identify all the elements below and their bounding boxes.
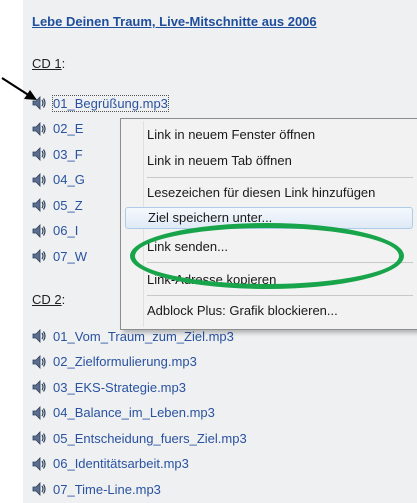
menu-separator [147,262,413,263]
track-filename: 05_Z [53,197,83,213]
track-filename: 01_Vom_Traum_zum_Ziel.mp3 [53,328,234,344]
cd1-heading: CD 1: [32,56,65,71]
cd2-heading-colon: : [61,292,66,307]
cd1-heading-label: CD 1 [32,56,62,71]
cd2-track-link[interactable]: 02_Zielformulierung.mp3 [31,353,197,371]
track-filename: 04_Balance_im_Leben.mp3 [53,405,215,420]
track-filename: 03_EKS-Strategie.mp3 [53,379,186,395]
track-filename: 06_Identitätsarbeit.mp3 [53,456,189,471]
speaker-icon [32,456,46,471]
cd1-heading-colon: : [61,56,66,71]
menu-item-save-target-as[interactable]: Ziel speichern unter... [125,207,413,229]
track-filename: 04_G [53,172,85,187]
cd2-track-link[interactable]: 06_Identitätsarbeit.mp3 [31,455,189,473]
speaker-icon [32,121,46,136]
context-menu: Link in neuem Fenster öffnen Link in neu… [120,118,417,330]
track-filename: 06_I [53,223,79,238]
menu-item-bookmark-link[interactable]: Lesezeichen für diesen Link hinzufügen [147,185,375,200]
speaker-icon [32,329,46,343]
speaker-icon [32,405,46,420]
speaker-icon [32,223,46,238]
cd1-track-link[interactable]: 07_W [31,247,87,265]
menu-item-open-new-tab[interactable]: Link in neuem Tab öffnen [147,153,292,168]
cd1-track-link[interactable]: 04_G [31,171,85,189]
track-filename: 07_Time-Line.mp3 [53,481,161,497]
track-filename: 05_Entscheidung_fuers_Ziel.mp3 [53,430,247,446]
menu-separator [147,177,413,178]
speaker-icon [32,96,46,110]
track-filename: 02_E [53,121,84,136]
speaker-icon [32,431,46,445]
menu-item-copy-link-address[interactable]: Link-Adresse kopieren [147,272,276,287]
speaker-icon [32,198,46,212]
track-filename: 02_Zielformulierung.mp3 [53,354,197,369]
speaker-icon [32,147,46,161]
cd2-track-link[interactable]: 07_Time-Line.mp3 [31,480,161,498]
menu-separator [147,295,413,296]
cd1-track-link[interactable]: 03_F [31,145,83,163]
speaker-icon [32,172,46,187]
cd2-heading: CD 2: [32,292,65,307]
speaker-icon [32,380,46,394]
speaker-icon [32,249,46,263]
track-filename: 03_F [53,146,83,162]
track-filename: 07_W [53,248,87,264]
cd1-track-link[interactable]: 05_Z [31,196,83,214]
track-filename: 01_Begrüßung.mp3 [52,94,169,112]
menu-item-open-new-window[interactable]: Link in neuem Fenster öffnen [147,127,315,142]
page-title-link[interactable]: Lebe Deinen Traum, Live-Mitschnitte aus … [32,14,317,29]
speaker-icon [32,482,46,496]
menu-item-adblock-block-image[interactable]: Adblock Plus: Grafik blockieren... [147,303,338,318]
cd2-track-link[interactable]: 04_Balance_im_Leben.mp3 [31,404,215,422]
menu-item-send-link[interactable]: Link senden... [147,239,228,254]
cd1-track-link[interactable]: 06_I [31,222,78,240]
cd2-track-link[interactable]: 03_EKS-Strategie.mp3 [31,378,186,396]
cd2-heading-label: CD 2 [32,292,62,307]
cd1-track-link[interactable]: 02_E [31,120,83,138]
cd1-track-link[interactable]: 01_Begrüßung.mp3 [31,94,169,112]
speaker-icon [32,354,46,369]
cd2-track-link[interactable]: 05_Entscheidung_fuers_Ziel.mp3 [31,429,247,447]
